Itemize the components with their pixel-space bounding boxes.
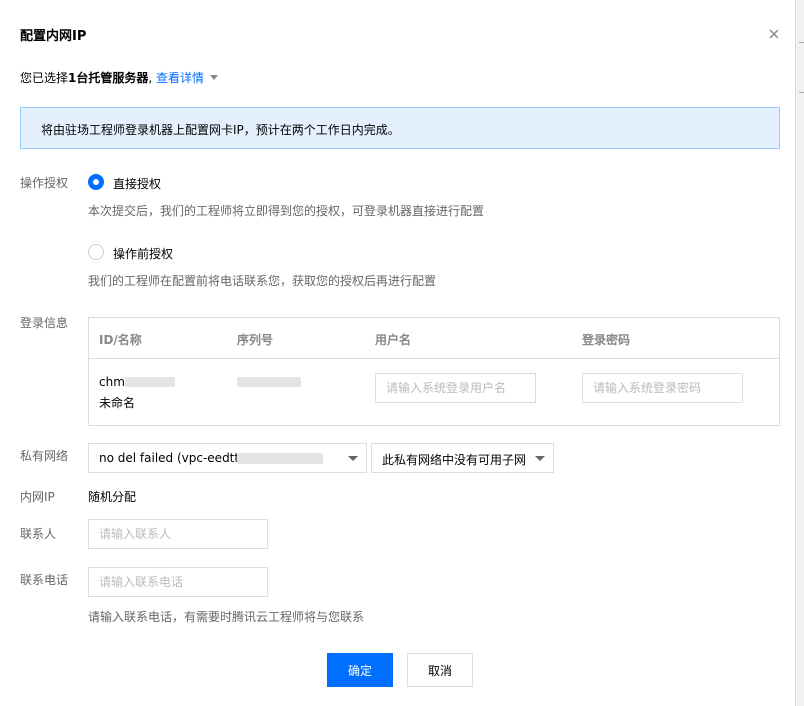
column-header-username: 用户名 <box>375 333 412 347</box>
radio-direct-authorization[interactable] <box>88 174 104 190</box>
confirm-button[interactable]: 确定 <box>327 653 393 687</box>
selection-prefix: 您已选择 <box>20 71 69 85</box>
password-input[interactable] <box>582 373 743 403</box>
phone-label: 联系电话 <box>20 573 69 587</box>
authorization-label: 操作授权 <box>20 176 69 190</box>
contact-input[interactable] <box>88 519 268 549</box>
selection-count: 1台托管服务器 <box>68 71 149 85</box>
contact-label: 联系人 <box>20 527 57 541</box>
phone-input[interactable] <box>88 567 268 597</box>
redacted-serial <box>237 377 301 387</box>
column-header-id-name: ID/名称 <box>99 333 142 347</box>
server-id: chm <box>99 375 125 389</box>
vpc-select-value: no del failed (vpc-eedtt5 <box>99 451 247 465</box>
pre-authorization-hint: 我们的工程师在配置前将电话联系您，获取您的授权后再进行配置 <box>88 274 437 288</box>
subnet-select-value: 此私有网络中没有可用子网 <box>382 453 527 467</box>
username-input[interactable] <box>375 373 536 403</box>
info-notice: 将由驻场工程师登录机器上配置网卡IP，预计在两个工作日内完成。 <box>20 107 780 149</box>
edge-mark <box>799 42 804 43</box>
login-info-label: 登录信息 <box>20 316 69 330</box>
redacted-vpc-id <box>237 453 323 464</box>
radio-direct-authorization-label[interactable]: 直接授权 <box>113 175 161 192</box>
direct-authorization-hint: 本次提交后，我们的工程师将立即得到您的授权，可登录机器直接进行配置 <box>88 204 485 218</box>
server-name: 未命名 <box>99 396 136 410</box>
vpc-select[interactable]: no del failed (vpc-eedtt5 <box>88 443 367 473</box>
edge-mark <box>799 92 804 93</box>
selection-comma: , <box>148 71 157 85</box>
selection-summary: 您已选择1台托管服务器, 查看详情 <box>20 69 219 86</box>
login-info-table: ID/名称 序列号 用户名 登录密码 chm 未命名 <box>88 317 780 426</box>
table-header: ID/名称 序列号 用户名 登录密码 <box>89 318 779 359</box>
private-network-label: 私有网络 <box>20 449 69 463</box>
chevron-down-icon <box>348 456 358 461</box>
notice-text: 将由驻场工程师登录机器上配置网卡IP，预计在两个工作日内完成。 <box>41 123 400 137</box>
close-icon[interactable] <box>766 26 782 42</box>
caret-down-icon[interactable] <box>210 75 219 80</box>
subnet-select[interactable]: 此私有网络中没有可用子网 <box>371 443 554 473</box>
view-details-link[interactable]: 查看详情 <box>156 71 204 85</box>
redacted-id <box>125 377 175 387</box>
column-header-serial: 序列号 <box>237 333 274 347</box>
dialog-title: 配置内网IP <box>20 29 87 44</box>
private-ip-value: 随机分配 <box>88 490 137 504</box>
phone-hint: 请输入联系电话，有需要时腾讯云工程师将与您联系 <box>88 610 365 624</box>
window-edge-strip <box>795 0 804 706</box>
private-ip-label: 内网IP <box>20 490 55 504</box>
radio-pre-authorization[interactable] <box>88 244 104 260</box>
column-header-password: 登录密码 <box>582 333 631 347</box>
radio-pre-authorization-label[interactable]: 操作前授权 <box>113 245 173 262</box>
cancel-button[interactable]: 取消 <box>407 653 473 687</box>
chevron-down-icon <box>535 456 545 461</box>
